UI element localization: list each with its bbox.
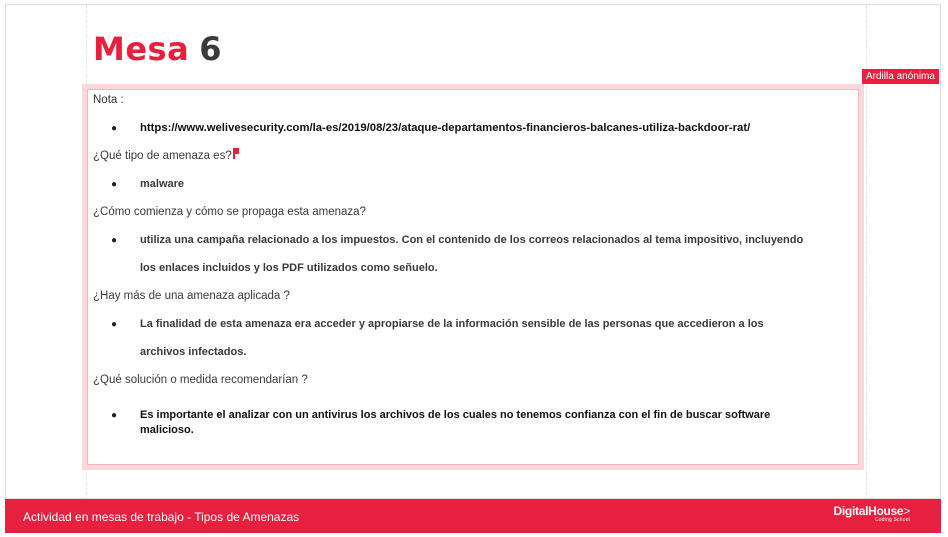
answer-3-line-1[interactable]: La finalidad de esta amenaza era acceder… [140,318,764,330]
bullet-icon: ● [111,319,118,330]
note-label[interactable]: Nota : [93,94,124,106]
answer-url[interactable]: https://www.welivesecurity.com/la-es/201… [140,122,750,134]
logo-arrow-icon: > [903,504,910,518]
answer-4-line-2[interactable]: malicioso. [140,424,194,436]
bullet-icon: ● [111,235,118,246]
answer-1[interactable]: malware [140,178,184,190]
bullet-icon: ● [111,179,118,190]
answer-3-line-2[interactable]: archivos infectados. [140,346,246,358]
comment-flag-icon[interactable] [233,148,239,159]
question-3[interactable]: ¿Hay más de una amenaza aplicada ? [93,290,290,302]
slide-title[interactable]: Mesa 6 [93,30,222,68]
answer-4-line-1[interactable]: Es importante el analizar con un antivir… [140,409,770,421]
bullet-icon: ● [111,123,118,134]
footer-text: Actividad en mesas de trabajo - Tipos de… [23,510,300,524]
bullet-icon: ● [111,410,118,421]
answer-2-line-2[interactable]: los enlaces incluidos y los PDF utilizad… [140,262,438,274]
title-number: 6 [199,30,222,68]
logo-brand: DigitalHouse [833,504,904,518]
answer-2-line-1[interactable]: utiliza una campaña relacionado a los im… [140,234,803,246]
footer-bar: Actividad en mesas de trabajo - Tipos de… [5,499,941,533]
title-word: Mesa [93,30,190,68]
question-4[interactable]: ¿Qué solución o medida recomendarían ? [93,374,308,386]
digitalhouse-logo: DigitalHouse> Coding School [833,504,911,523]
question-2[interactable]: ¿Cómo comienza y cómo se propaga esta am… [93,206,366,218]
collaborator-cursor-label: Ardilla anónima [862,69,939,84]
question-1[interactable]: ¿Qué tipo de amenaza es? [93,150,232,162]
